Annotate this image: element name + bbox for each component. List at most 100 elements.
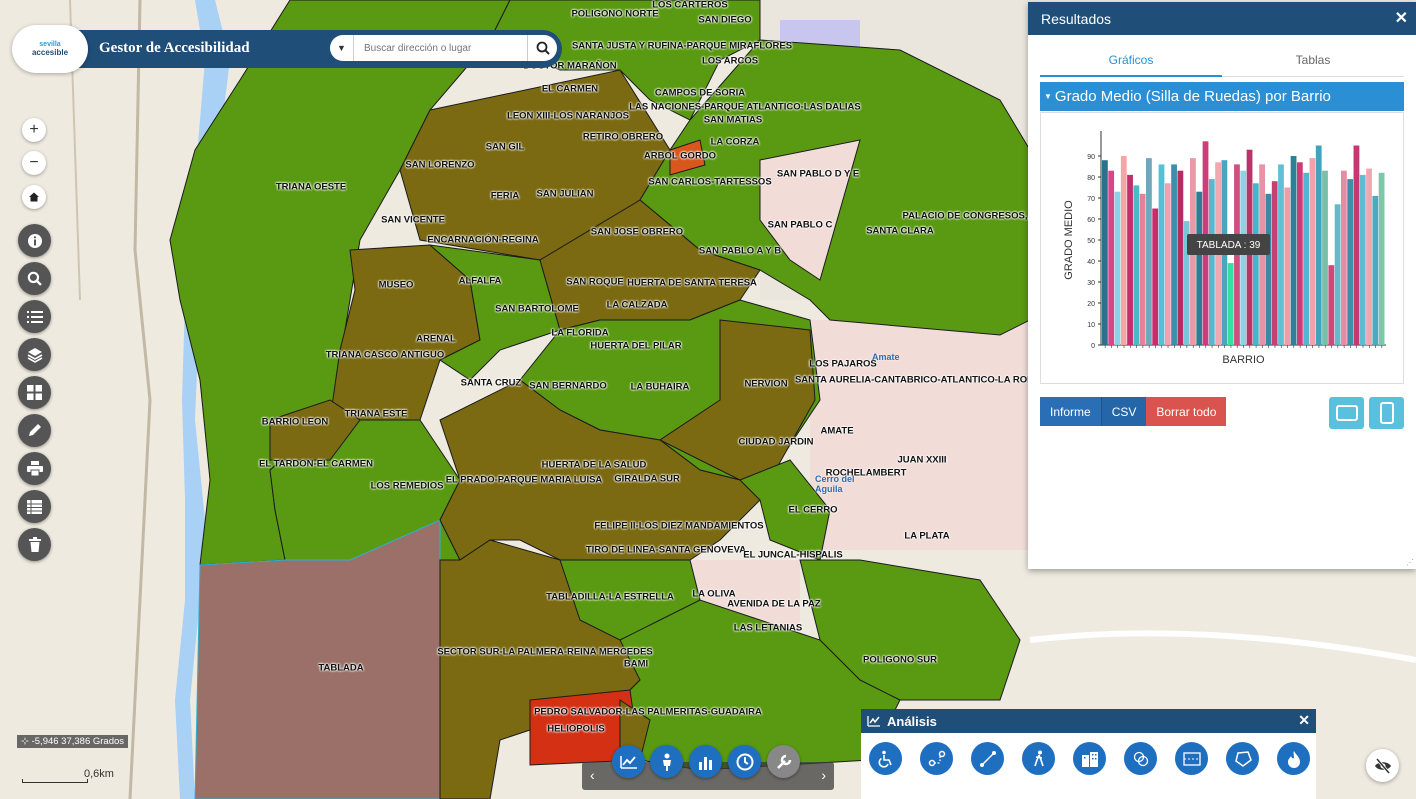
legend-button[interactable] (18, 300, 51, 333)
neighborhood-label: FELIPE II-LOS DIEZ MANDAMIENTOS (594, 520, 764, 532)
chart-tool-button[interactable] (612, 745, 645, 778)
zoom-in-button[interactable]: + (22, 118, 46, 142)
neighborhood-label: EL CARMEN (541, 83, 599, 95)
close-icon[interactable]: ✕ (1395, 8, 1408, 28)
wrench-icon (776, 754, 791, 769)
portrait-view-button[interactable] (1369, 397, 1404, 429)
draw-button[interactable] (18, 414, 51, 447)
chart-bar (1120, 156, 1127, 345)
chevron-left-icon[interactable]: ‹ (590, 767, 595, 783)
chart-bar (1347, 179, 1354, 345)
results-actions: Informe CSV Borrar todo (1040, 397, 1227, 426)
table-button[interactable] (18, 490, 51, 523)
y-tick-label: 60 (1087, 217, 1095, 224)
trash-icon (28, 537, 41, 552)
informe-button[interactable]: Informe (1040, 397, 1101, 426)
polygon-analysis-button[interactable] (1226, 742, 1259, 775)
neighborhood-label: AVENIDA DE LA PAZ (727, 598, 821, 610)
place-label: Cerro del Aguila (815, 474, 855, 494)
info-button[interactable] (18, 224, 51, 257)
wheelchair-analysis-button[interactable] (869, 742, 902, 775)
buildings-analysis-button[interactable] (1073, 742, 1106, 775)
scale-label: 0,6km (84, 768, 114, 780)
csv-button[interactable]: CSV (1100, 397, 1147, 426)
x-axis-label: BARRIO (1222, 354, 1265, 366)
chart-bar (1240, 170, 1247, 345)
wheelchair-icon (878, 750, 892, 768)
neighborhood-label: LA CORZA (710, 136, 760, 148)
chart-bar (1158, 164, 1165, 345)
chart-bar (1328, 265, 1335, 345)
chart-bar (1353, 145, 1360, 345)
neighborhood-label: NERVION (744, 378, 788, 390)
y-tick-label: 10 (1087, 322, 1095, 329)
tab-tablas[interactable]: Tablas (1222, 49, 1404, 77)
neighborhood-label: SAN VICENTE (381, 214, 445, 226)
neighborhood-label: TABLADILLA-LA ESTRELLA (546, 591, 674, 603)
accessibility-tool-button[interactable] (650, 745, 683, 778)
search-button[interactable] (527, 35, 557, 61)
neighborhood-label: LA FLORIDA (551, 327, 609, 339)
layers-button[interactable] (18, 338, 51, 371)
neighborhood-label: LA CALZADA (606, 299, 668, 311)
neighborhood-label: SANTA AURELIA-CANTABRICO-ATLANTICO-LA RO… (794, 374, 1036, 386)
neighborhood-label: SECTOR SUR-LA PALMERA-REINA MERCEDES (437, 646, 653, 658)
heat-analysis-button[interactable] (1277, 742, 1310, 775)
neighborhood-label: ENCARNACIÓN-REGINA (427, 234, 539, 246)
street-icon (1182, 751, 1201, 766)
basemap-gallery-button[interactable] (18, 376, 51, 409)
chart-bar (1334, 204, 1341, 345)
clear-all-button[interactable]: Borrar todo (1146, 397, 1227, 426)
bar-chart[interactable]: 0 10 20 30 40 50 60 70 80 90 BARRIO GRADO MEDIO TABL… (1041, 113, 1403, 383)
phone-portrait-icon (1379, 402, 1394, 424)
zoom-out-button[interactable]: − (22, 151, 46, 175)
chart-accordion-title: Grado Medio (Silla de Ruedas) por Barrio (1054, 88, 1331, 105)
landscape-view-button[interactable] (1329, 397, 1364, 429)
chart-bar (1127, 174, 1133, 345)
polygon-icon (1234, 750, 1252, 767)
plus-icon: + (29, 121, 39, 138)
chart-accordion-header[interactable]: ▼ Grado Medio (Silla de Ruedas) por Barr… (1040, 82, 1404, 111)
person-icon (662, 753, 671, 771)
segment-analysis-button[interactable] (971, 742, 1004, 775)
print-button[interactable] (18, 452, 51, 485)
neighborhood-label: SAN PABLO A Y B (698, 245, 782, 257)
settings-tool-button[interactable] (767, 745, 800, 778)
close-icon[interactable]: ✕ (1298, 712, 1310, 729)
neighborhood-label: SAN LORENZO (405, 159, 475, 171)
chevron-right-icon[interactable]: › (821, 767, 826, 783)
overlap-analysis-button[interactable] (1124, 742, 1157, 775)
results-panel: Resultados ✕ Gráficos Tablas ▼ Grado Med… (1028, 2, 1416, 569)
y-axis-label: GRADO MEDIO (1063, 200, 1075, 280)
search-tool-button[interactable] (18, 262, 51, 295)
y-tick-label: 70 (1087, 196, 1095, 203)
street-analysis-button[interactable] (1175, 742, 1208, 775)
tab-graficos[interactable]: Gráficos (1040, 49, 1222, 77)
search-input[interactable] (354, 42, 527, 54)
search-dropdown[interactable]: ▼ (330, 35, 354, 61)
toggle-visibility-button[interactable] (1366, 749, 1399, 782)
y-tick-label: 20 (1087, 301, 1095, 308)
chart-bar (1102, 160, 1108, 345)
chart-bar (1315, 145, 1322, 345)
list-icon (26, 310, 43, 323)
neighborhood-label: ARENAL (416, 333, 456, 345)
neighborhood-label: SAN DIEGO (698, 14, 752, 26)
chart-bar (1196, 191, 1203, 345)
pedestrian-analysis-button[interactable] (1022, 742, 1055, 775)
resize-grip-icon[interactable]: ⋰ (1406, 558, 1414, 567)
layers-icon (27, 347, 42, 363)
chart-bar (1322, 170, 1328, 345)
delete-button[interactable] (18, 528, 51, 561)
route-analysis-button[interactable] (920, 742, 953, 775)
app-logo[interactable]: sevilla accesible (12, 25, 88, 73)
chart-bar (1296, 162, 1303, 345)
caret-down-icon: ▼ (337, 43, 346, 53)
neighborhood-label: SAN GIL (485, 141, 525, 153)
history-tool-button[interactable] (728, 745, 761, 778)
home-button[interactable] (22, 185, 46, 209)
bar-chart-icon (698, 756, 712, 770)
eye-slash-icon (1374, 757, 1391, 774)
statistics-tool-button[interactable] (689, 745, 722, 778)
scale-line (22, 779, 88, 783)
